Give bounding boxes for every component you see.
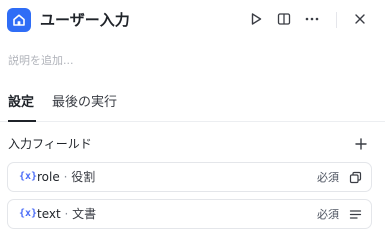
tab-bar: 設定 最後の実行: [0, 88, 385, 122]
add-field-icon[interactable]: [352, 135, 370, 153]
tab-settings[interactable]: 設定: [8, 94, 34, 112]
input-fields-title: 入力フィールド: [8, 137, 92, 151]
text-lines-icon: [348, 207, 363, 222]
field-name: text: [37, 207, 61, 221]
field-separator: ·: [64, 207, 69, 221]
variable-icon: {x}: [19, 208, 38, 219]
field-label: role · 役割: [37, 170, 95, 185]
copy-icon: [348, 170, 363, 185]
field-label: text · 文書: [37, 207, 96, 222]
variable-icon: {x}: [19, 171, 38, 182]
field-type: 役割: [71, 170, 96, 184]
field-separator: ·: [63, 170, 68, 184]
input-field-text[interactable]: {x} text · 文書 必須: [7, 199, 372, 229]
home-icon: [7, 8, 31, 32]
node-title[interactable]: ユーザー入力: [40, 10, 130, 30]
more-icon[interactable]: [304, 11, 320, 27]
field-name: role: [37, 170, 60, 184]
description-input[interactable]: 説明を追加...: [8, 54, 74, 68]
tab-last-run[interactable]: 最後の実行: [52, 94, 117, 112]
required-badge: 必須: [317, 171, 339, 184]
close-icon[interactable]: [352, 11, 368, 27]
split-panel-icon[interactable]: [276, 11, 292, 27]
active-tab-indicator: [8, 120, 36, 122]
play-icon[interactable]: [248, 11, 264, 27]
field-type: 文書: [72, 207, 97, 221]
input-field-role[interactable]: {x} role · 役割 必須: [7, 162, 372, 192]
node-header: ユーザー入力: [0, 0, 385, 44]
required-badge: 必須: [317, 208, 339, 221]
header-divider: [336, 12, 337, 28]
